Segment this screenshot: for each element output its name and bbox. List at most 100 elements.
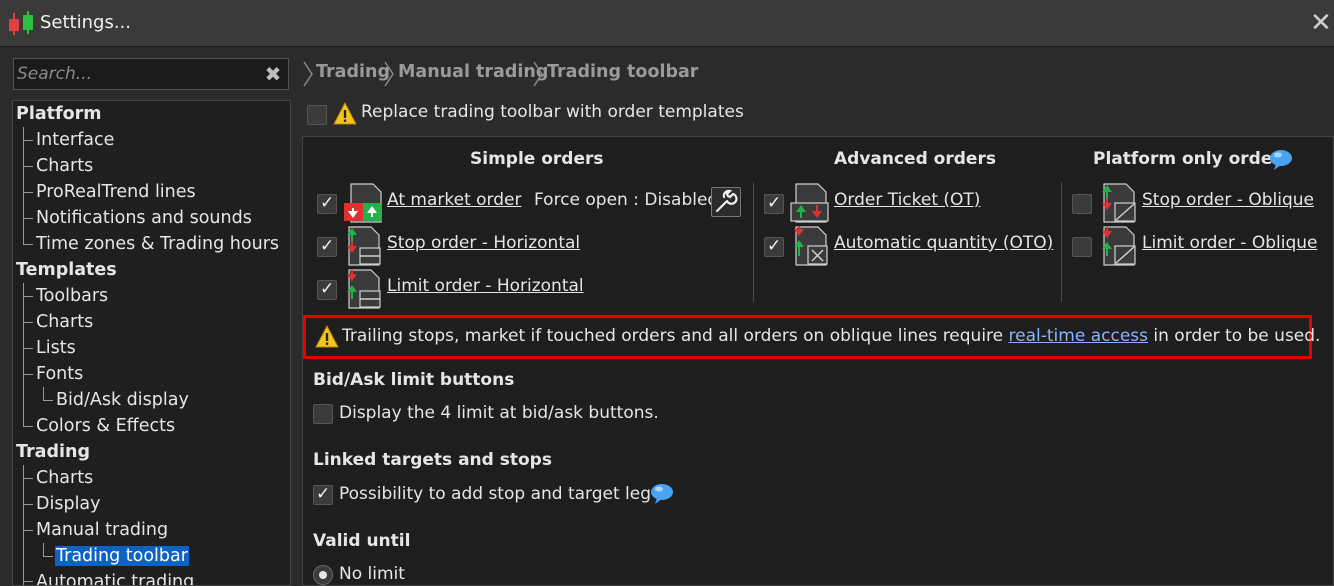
column-divider: [753, 182, 754, 302]
candlestick-app-icon: [9, 11, 33, 35]
linked-option-label: Possibility to add stop and target leg: [339, 484, 652, 504]
close-icon[interactable]: ✕: [1310, 10, 1334, 36]
limit-order-oblique-icon: [1102, 226, 1136, 266]
platform-only-orders-heading: Platform only orders: [1093, 149, 1291, 169]
settings-tree: Platform Interface Charts ProRealTrend l…: [12, 100, 291, 586]
stop-order-link[interactable]: Stop order - Horizontal: [387, 233, 580, 253]
tree-item-bid-ask-display[interactable]: Bid/Ask display: [55, 387, 190, 413]
tree-item-time-zones[interactable]: Time zones & Trading hours: [35, 231, 280, 257]
order-ticket-row: Order Ticket (OT): [764, 183, 1054, 223]
chevron-right-icon: [533, 61, 543, 87]
limit-order-horizontal-icon: [347, 269, 381, 309]
info-bubble-icon[interactable]: [1269, 149, 1293, 171]
tree-label: Colors & Effects: [36, 416, 176, 436]
replace-toolbar-label: Replace trading toolbar with order templ…: [361, 102, 744, 122]
wrench-settings-button[interactable]: [711, 187, 741, 217]
tree-label: Fonts: [36, 364, 84, 384]
warning-message: Trailing stops, market if touched orders…: [342, 326, 1320, 346]
advanced-orders-heading: Advanced orders: [834, 149, 996, 169]
limit-order-link[interactable]: Limit order - Horizontal: [387, 276, 584, 296]
limit-order-checkbox[interactable]: [317, 279, 337, 300]
tree-item-prorealtrend-lines[interactable]: ProRealTrend lines: [35, 179, 197, 205]
force-open-status: Force open : Disabled: [534, 190, 719, 210]
search-box: ✖: [13, 58, 289, 90]
tree-label: Display: [36, 494, 101, 514]
tree-connector: [43, 400, 53, 401]
limit-oblique-link[interactable]: Limit order - Oblique: [1142, 233, 1317, 253]
chevron-right-icon: [303, 61, 313, 87]
warning-text-before: Trailing stops, market if touched orders…: [342, 326, 1009, 346]
stop-order-horizontal-icon: [347, 226, 381, 266]
tree-connector: [23, 166, 33, 167]
breadcrumb-manual-trading[interactable]: Manual trading: [398, 62, 548, 82]
no-limit-label: No limit: [339, 564, 405, 584]
order-ticket-icon: [790, 183, 829, 223]
order-ticket-checkbox[interactable]: [764, 193, 784, 214]
tree-item-colors-effects[interactable]: Colors & Effects: [35, 413, 176, 439]
tree-label: Charts: [36, 156, 94, 176]
bidask-option-label: Display the 4 limit at bid/ask buttons.: [339, 403, 659, 423]
stop-oblique-row: Stop order - Oblique: [1072, 183, 1322, 223]
no-limit-radio[interactable]: [313, 565, 333, 585]
tree-category-templates[interactable]: Templates: [15, 257, 118, 283]
tree-item-notifications[interactable]: Notifications and sounds: [35, 205, 253, 231]
chevron-right-icon: [384, 61, 394, 87]
clear-search-icon[interactable]: ✖: [262, 62, 284, 86]
tree-label: Templates: [16, 260, 117, 280]
tree-category-trading[interactable]: Trading: [15, 439, 91, 465]
limit-oblique-checkbox[interactable]: [1072, 237, 1092, 257]
limit-order-row: Limit order - Horizontal: [317, 269, 737, 309]
wrench-icon: [715, 189, 738, 213]
valid-until-heading: Valid until: [313, 531, 411, 551]
order-ticket-link[interactable]: Order Ticket (OT): [834, 190, 980, 210]
tree-connector: [23, 192, 33, 193]
tree-connector: [23, 530, 33, 531]
tree-label: Charts: [36, 468, 94, 488]
tree-connector: [23, 581, 33, 582]
title-bar: Settings... ✕: [0, 0, 1334, 47]
tree-item-interface[interactable]: Interface: [35, 127, 115, 153]
stop-target-leg-checkbox[interactable]: [313, 484, 333, 505]
tree-item-lists[interactable]: Lists: [35, 335, 77, 361]
automatic-quantity-checkbox[interactable]: [764, 236, 784, 257]
linked-section-heading: Linked targets and stops: [313, 450, 552, 470]
tree-label: Charts: [36, 312, 94, 332]
tree-item-charts[interactable]: Charts: [35, 153, 94, 179]
tree-item-toolbars[interactable]: Toolbars: [35, 283, 109, 309]
realtime-warning-box: Trailing stops, market if touched orders…: [303, 315, 1320, 359]
tree-item-trading-charts[interactable]: Charts: [35, 465, 94, 491]
market-order-link[interactable]: At market order: [387, 190, 521, 210]
tree-connector: [23, 127, 24, 244]
tree-item-fonts[interactable]: Fonts: [35, 361, 84, 387]
tree-connector: [23, 218, 33, 219]
warning-text-after: in order to be used.: [1148, 326, 1321, 346]
breadcrumb-trading[interactable]: Trading: [316, 62, 390, 82]
tree-label: Lists: [36, 338, 76, 358]
bidask-limit-checkbox[interactable]: [313, 404, 333, 424]
tree-label: Manual trading: [36, 520, 169, 540]
replace-toolbar-checkbox[interactable]: [307, 105, 327, 125]
market-order-checkbox[interactable]: [317, 193, 337, 214]
tree-item-trading-toolbar[interactable]: Trading toolbar: [55, 543, 189, 569]
stop-oblique-link[interactable]: Stop order - Oblique: [1142, 190, 1314, 210]
stop-order-oblique-icon: [1102, 183, 1136, 223]
info-bubble-icon[interactable]: [650, 483, 674, 505]
order-settings-panel: Simple orders Advanced orders Platform o…: [302, 136, 1334, 586]
tree-connector: [23, 478, 33, 479]
tree-item-automatic-trading[interactable]: Automatic trading: [35, 569, 195, 585]
tree-connector: [43, 556, 53, 557]
tree-category-platform[interactable]: Platform: [15, 101, 103, 127]
automatic-quantity-link[interactable]: Automatic quantity (OTO): [834, 233, 1053, 253]
tree-label: Time zones & Trading hours: [36, 234, 280, 254]
search-input[interactable]: [14, 59, 257, 89]
stop-order-checkbox[interactable]: [317, 236, 337, 257]
automatic-quantity-icon: [794, 226, 828, 266]
tree-connector: [23, 296, 33, 297]
simple-orders-heading: Simple orders: [470, 149, 604, 169]
limit-oblique-row: Limit order - Oblique: [1072, 226, 1322, 266]
tree-item-template-charts[interactable]: Charts: [35, 309, 94, 335]
tree-item-display[interactable]: Display: [35, 491, 102, 517]
stop-oblique-checkbox[interactable]: [1072, 194, 1092, 214]
real-time-access-link[interactable]: real-time access: [1009, 326, 1148, 346]
tree-item-manual-trading[interactable]: Manual trading: [35, 517, 169, 543]
